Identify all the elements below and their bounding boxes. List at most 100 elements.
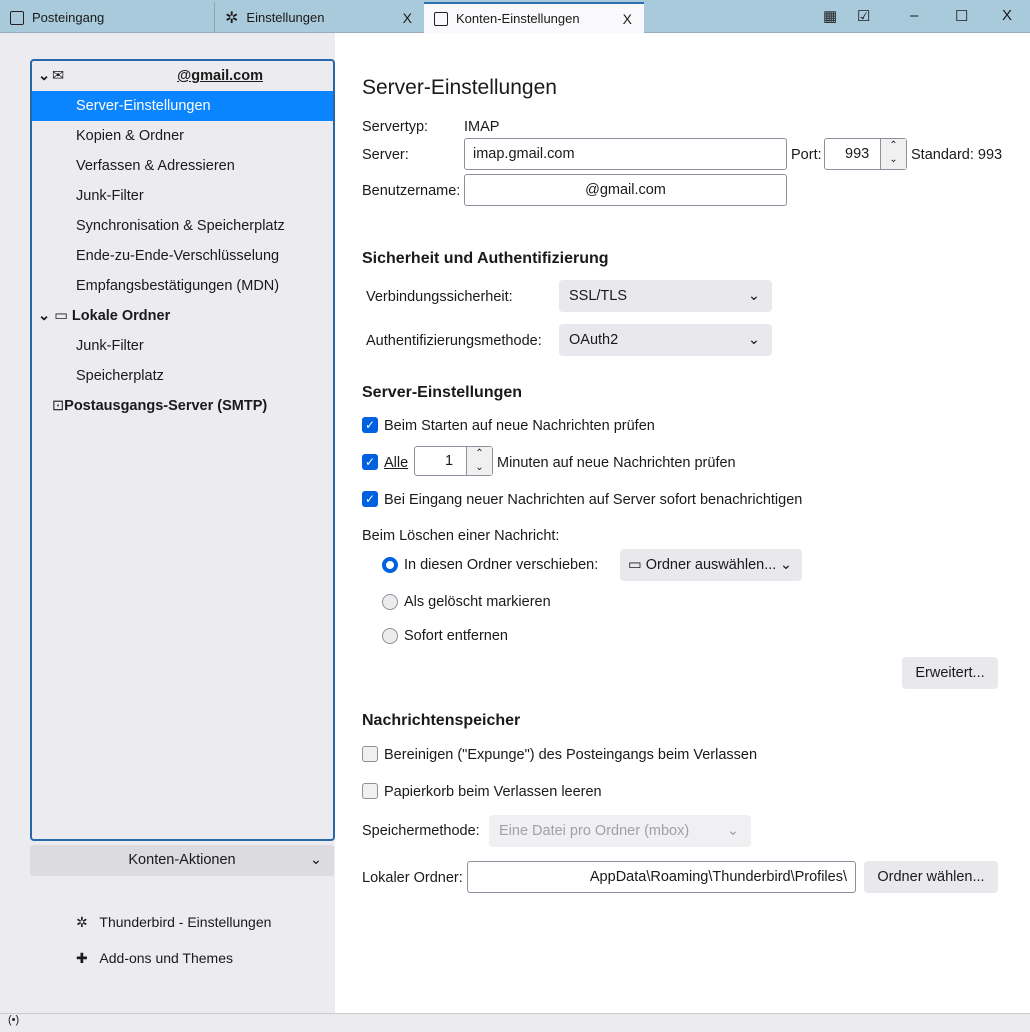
server-settings-panel: Server-Einstellungen Servertyp: IMAP Ser… (335, 33, 1030, 1013)
check-every-suffix: Minuten auf neue Nachrichten prüfen (497, 455, 736, 471)
close-icon[interactable]: X (403, 10, 412, 26)
check-interval-input[interactable]: 1 ⌃ ⌄ (414, 446, 493, 476)
chevron-down-icon: ⌄ (309, 852, 322, 868)
storage-method-label: Speichermethode: (362, 823, 480, 839)
radio-remove[interactable] (382, 628, 398, 644)
gear-icon: ✲ (76, 914, 88, 930)
chevron-down-icon: ⌄ (747, 288, 760, 304)
connection-security-select[interactable]: SSL/TLS ⌄ (559, 280, 772, 312)
addons-link[interactable]: ✚ Add-ons und Themes (76, 950, 233, 967)
advanced-button[interactable]: Erweitert... (902, 657, 998, 689)
page-title: Server-Einstellungen (362, 76, 557, 99)
sidebar-item-composition[interactable]: Verfassen & Adressieren (32, 151, 333, 181)
auth-method-select[interactable]: OAuth2 ⌄ (559, 324, 772, 356)
chevron-down-icon: ⌄ (779, 557, 792, 573)
interval-value: 1 (445, 453, 454, 469)
account-name: @gmail.com (177, 68, 263, 84)
tab-posteingang[interactable]: Posteingang (0, 2, 212, 33)
select-value: Ordner auswählen... (645, 557, 777, 573)
select-value: Eine Datei pro Ordner (mbox) (499, 823, 690, 839)
sidebar-smtp[interactable]: ⊡Postausgangs-Server (SMTP) (32, 391, 333, 421)
folder-icon: ▭ (54, 308, 68, 324)
account-header[interactable]: ⌄ ✉ @gmail.com (32, 61, 333, 91)
radio-move[interactable] (382, 557, 398, 573)
puzzle-icon: ✚ (76, 950, 88, 966)
folder-select[interactable]: ▭ Ordner auswählen... ⌄ (620, 549, 802, 581)
sidebar-item-server-settings[interactable]: Server-Einstellungen (32, 91, 333, 121)
connection-security-label: Verbindungssicherheit: (366, 289, 513, 305)
tab-konten-einstellungen[interactable]: Konten-Einstellungen X (424, 2, 644, 33)
interval-stepper[interactable]: ⌃ ⌄ (466, 447, 492, 475)
tab-label: Posteingang (32, 10, 105, 25)
sidebar-item-junk[interactable]: Junk-Filter (32, 181, 333, 211)
chevron-down-icon: ⌄ (726, 823, 739, 839)
tasks-icon[interactable]: ☑ (857, 7, 870, 25)
folder-icon: ▭ (628, 557, 642, 573)
mail-icon: ✉ (52, 68, 65, 84)
servertype-value: IMAP (464, 119, 500, 135)
username-input[interactable]: @gmail.com (464, 174, 787, 206)
tab-label: Konten-Einstellungen (456, 11, 580, 26)
online-status-icon[interactable]: (•) (8, 1014, 19, 1026)
sidebar-local-folders[interactable]: ⌄ ▭ Lokale Ordner (32, 301, 333, 331)
radio-remove-label: Sofort entfernen (404, 628, 508, 644)
chevron-down-icon: ⌄ (747, 332, 760, 348)
select-value: SSL/TLS (569, 288, 628, 304)
port-standard: Standard: 993 (911, 147, 1003, 163)
notify-checkbox[interactable]: ✓ (362, 491, 378, 507)
check-every-label: Alle (384, 455, 409, 471)
account-actions-label: Konten-Aktionen (128, 852, 236, 868)
port-input[interactable]: 993 ⌃ ⌄ (824, 138, 907, 170)
calendar-icon[interactable]: ▦ (823, 7, 837, 25)
account-settings-icon (434, 11, 448, 26)
close-icon[interactable]: X (623, 11, 632, 27)
storage-method-select: Eine Datei pro Ordner (mbox) ⌄ (489, 815, 751, 847)
inbox-icon (10, 10, 24, 25)
expunge-checkbox[interactable] (362, 746, 378, 762)
delete-label: Beim Löschen einer Nachricht: (362, 528, 560, 544)
choose-folder-button[interactable]: Ordner wählen... (864, 861, 998, 893)
tab-label: Einstellungen (246, 10, 325, 25)
notify-label: Bei Eingang neuer Nachrichten auf Server… (384, 492, 803, 508)
sidebar: ⌄ ✉ @gmail.com Server-Einstellungen Kopien… (0, 33, 335, 1013)
port-value: 993 (845, 146, 870, 162)
footer-label: Add-ons und Themes (99, 950, 234, 966)
outbox-icon: ⊡ (52, 398, 65, 414)
expunge-label: Bereinigen ("Expunge") des Posteingangs … (384, 747, 758, 763)
sidebar-item-local-storage[interactable]: Speicherplatz (32, 361, 333, 391)
chevron-down-icon: ⌄ (38, 68, 51, 84)
footer-label: Thunderbird - Einstellungen (99, 914, 272, 930)
sidebar-item-e2e[interactable]: Ende-zu-Ende-Verschlüsselung (32, 241, 333, 271)
local-dir-label: Lokaler Ordner: (362, 870, 463, 886)
storage-heading: Nachrichtenspeicher (362, 712, 521, 729)
tab-einstellungen[interactable]: ✲ Einstellungen X (214, 2, 424, 33)
sidebar-item-local-junk[interactable]: Junk-Filter (32, 331, 333, 361)
thunderbird-settings-link[interactable]: ✲ Thunderbird - Einstellungen (76, 914, 271, 931)
empty-trash-label: Papierkorb beim Verlassen leeren (384, 784, 602, 800)
port-stepper[interactable]: ⌃ ⌄ (880, 139, 906, 169)
gear-icon: ✲ (225, 9, 239, 27)
account-tree: ⌄ ✉ @gmail.com Server-Einstellungen Kopien… (30, 59, 335, 841)
port-label: Port: (791, 147, 822, 163)
sidebar-item-mdn[interactable]: Empfangsbestätigungen (MDN) (32, 271, 333, 301)
check-every-checkbox[interactable]: ✓ (362, 454, 378, 470)
account-actions-button[interactable]: Konten-Aktionen ⌄ (30, 845, 334, 876)
server-input[interactable]: imap.gmail.com (464, 138, 787, 170)
check-startup-checkbox[interactable]: ✓ (362, 417, 378, 433)
server-heading: Server-Einstellungen (362, 384, 523, 401)
username-label: Benutzername: (362, 183, 461, 199)
local-dir-input[interactable]: AppData\Roaming\Thunderbird\Profiles\ (467, 861, 856, 893)
chevron-down-icon: ⌄ (38, 308, 55, 324)
sidebar-item-sync[interactable]: Synchronisation & Speicherplatz (32, 211, 333, 241)
maximize-button[interactable]: ☐ (955, 7, 968, 25)
radio-mark-label: Als gelöscht markieren (404, 594, 551, 610)
title-bar: Posteingang ✲ Einstellungen X Konten-Einst… (0, 0, 1030, 33)
close-window-button[interactable]: X (1002, 7, 1012, 24)
select-value: OAuth2 (569, 332, 619, 348)
radio-mark-deleted[interactable] (382, 594, 398, 610)
check-startup-label: Beim Starten auf neue Nachrichten prüfen (384, 418, 655, 434)
empty-trash-checkbox[interactable] (362, 783, 378, 799)
minimize-button[interactable]: – (910, 7, 918, 24)
sidebar-item-copies[interactable]: Kopien & Ordner (32, 121, 333, 151)
auth-method-label: Authentifizierungsmethode: (366, 333, 542, 349)
